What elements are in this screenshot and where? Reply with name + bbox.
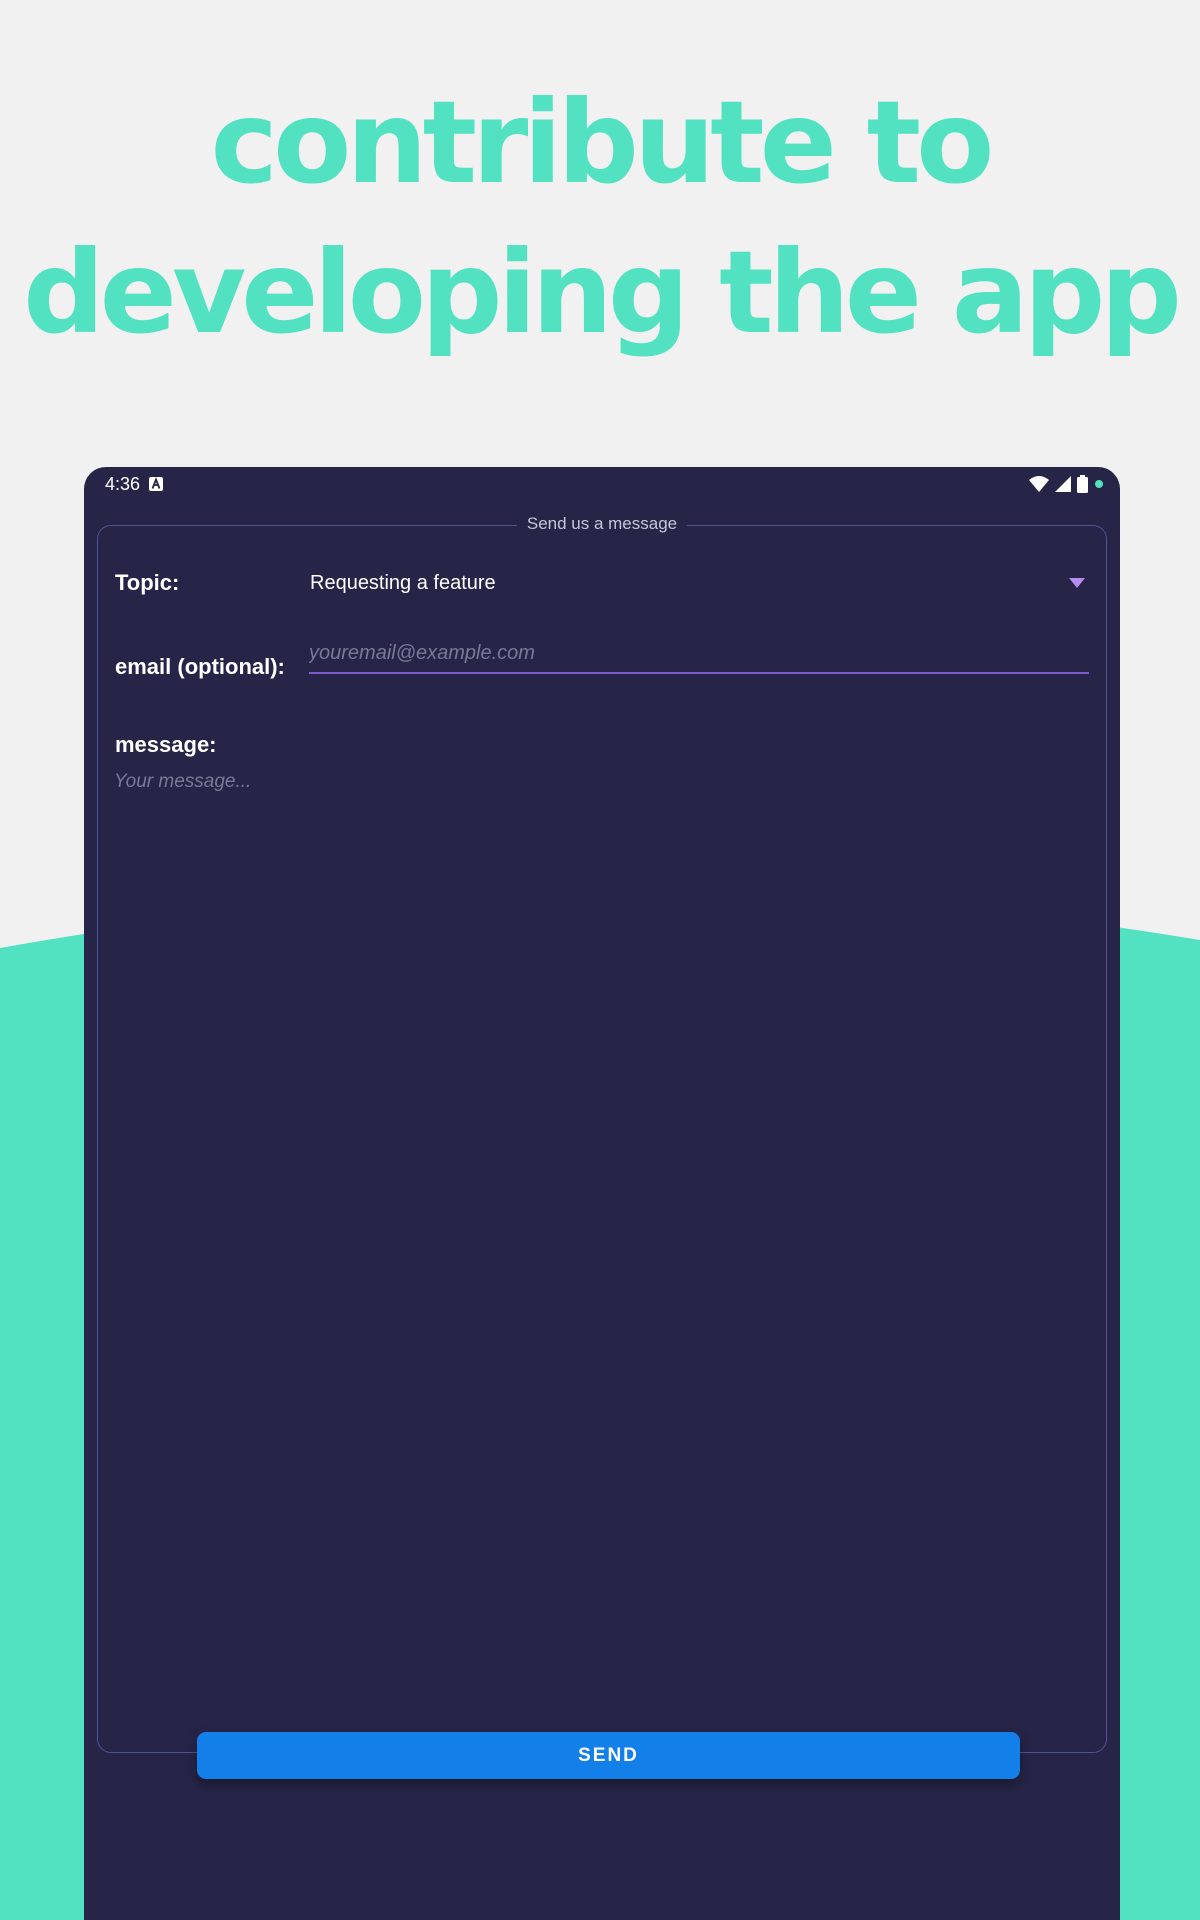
headline-line-1: contribute to <box>210 76 995 209</box>
message-form: Send us a message Topic: Requesting a fe… <box>97 514 1107 1753</box>
send-button[interactable]: SEND <box>197 1732 1020 1779</box>
topic-selected-value: Requesting a feature <box>310 572 496 594</box>
form-title: Send us a message <box>516 514 688 534</box>
signal-icon <box>1055 476 1071 492</box>
headline: contribute to developing the app <box>0 68 1200 368</box>
message-label: message: <box>115 732 217 757</box>
app-a-icon <box>149 477 163 491</box>
battery-icon <box>1077 475 1088 493</box>
topic-dropdown[interactable]: Requesting a feature <box>309 562 1093 606</box>
message-field[interactable] <box>114 771 1090 1731</box>
status-bar: 4:36 <box>84 467 1120 499</box>
device-screen: 4:36 Send us a message Topic: Requesting… <box>84 467 1120 1920</box>
topic-label: Topic: <box>115 570 180 595</box>
wifi-icon <box>1029 476 1049 492</box>
email-field[interactable] <box>309 638 1089 674</box>
dropdown-arrow-icon <box>1069 578 1085 588</box>
headline-line-2: developing the app <box>23 226 1182 359</box>
email-label: email (optional): <box>115 654 285 679</box>
status-icons <box>1029 474 1104 494</box>
status-time: 4:36 <box>105 474 141 494</box>
dot-indicator-icon <box>1095 480 1103 488</box>
